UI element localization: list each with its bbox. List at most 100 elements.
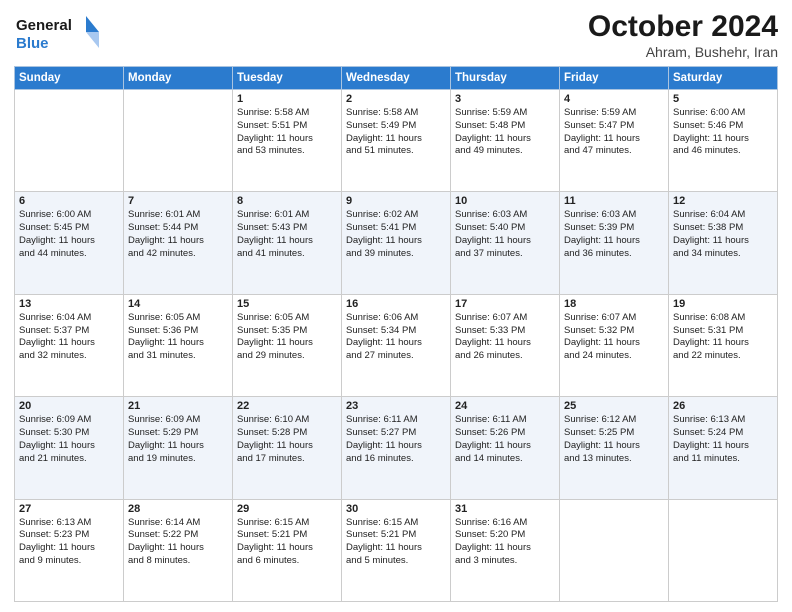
cell-info-line: Daylight: 11 hours	[237, 133, 337, 146]
cell-info-line: Sunrise: 6:15 AM	[346, 517, 446, 530]
cell-info-line: and 39 minutes.	[346, 248, 446, 261]
cell-info-line: Sunset: 5:39 PM	[564, 222, 664, 235]
logo: General Blue	[14, 10, 104, 59]
cell-info-line: Daylight: 11 hours	[237, 337, 337, 350]
sub-title: Ahram, Bushehr, Iran	[588, 44, 778, 60]
cell-info-line: Sunrise: 6:12 AM	[564, 414, 664, 427]
day-number: 11	[564, 195, 664, 207]
title-block: October 2024 Ahram, Bushehr, Iran	[588, 10, 778, 60]
cell-info-line: Sunrise: 5:59 AM	[455, 107, 555, 120]
logo-svg: General Blue	[14, 10, 104, 54]
day-number: 18	[564, 298, 664, 310]
cell-info-line: and 44 minutes.	[19, 248, 119, 261]
calendar-cell	[669, 499, 778, 601]
day-number: 13	[19, 298, 119, 310]
header-cell-thursday: Thursday	[451, 67, 560, 90]
day-number: 3	[455, 93, 555, 105]
calendar-cell: 18Sunrise: 6:07 AMSunset: 5:32 PMDayligh…	[560, 294, 669, 396]
day-number: 19	[673, 298, 773, 310]
cell-info-line: Sunrise: 6:00 AM	[19, 209, 119, 222]
cell-info-line: Daylight: 11 hours	[673, 235, 773, 248]
day-number: 4	[564, 93, 664, 105]
cell-info-line: Daylight: 11 hours	[564, 337, 664, 350]
day-number: 26	[673, 400, 773, 412]
cell-info-line: and 51 minutes.	[346, 145, 446, 158]
cell-info-line: Sunrise: 6:06 AM	[346, 312, 446, 325]
cell-info-line: and 17 minutes.	[237, 453, 337, 466]
cell-info-line: Sunrise: 6:02 AM	[346, 209, 446, 222]
cell-info-line: and 41 minutes.	[237, 248, 337, 261]
cell-info-line: and 36 minutes.	[564, 248, 664, 261]
cell-info-line: Sunrise: 6:14 AM	[128, 517, 228, 530]
calendar-cell: 8Sunrise: 6:01 AMSunset: 5:43 PMDaylight…	[233, 192, 342, 294]
cell-info-line: Sunrise: 6:03 AM	[455, 209, 555, 222]
week-row-2: 13Sunrise: 6:04 AMSunset: 5:37 PMDayligh…	[15, 294, 778, 396]
cell-info-line: Daylight: 11 hours	[128, 542, 228, 555]
calendar-header: SundayMondayTuesdayWednesdayThursdayFrid…	[15, 67, 778, 90]
cell-info-line: Daylight: 11 hours	[237, 235, 337, 248]
cell-info-line: Sunset: 5:48 PM	[455, 120, 555, 133]
day-number: 31	[455, 503, 555, 515]
day-number: 29	[237, 503, 337, 515]
cell-info-line: Daylight: 11 hours	[455, 440, 555, 453]
cell-info-line: and 21 minutes.	[19, 453, 119, 466]
calendar-cell: 21Sunrise: 6:09 AMSunset: 5:29 PMDayligh…	[124, 397, 233, 499]
cell-info-line: Sunrise: 6:11 AM	[455, 414, 555, 427]
cell-info-line: Sunrise: 6:07 AM	[455, 312, 555, 325]
cell-info-line: Sunset: 5:25 PM	[564, 427, 664, 440]
cell-info-line: Sunset: 5:22 PM	[128, 529, 228, 542]
calendar-cell: 5Sunrise: 6:00 AMSunset: 5:46 PMDaylight…	[669, 90, 778, 192]
calendar-cell: 11 Sunrise: 6:03 AMSunset: 5:39 PMDayligh…	[560, 192, 669, 294]
cell-info-line: Sunset: 5:27 PM	[346, 427, 446, 440]
cell-info-line: Sunrise: 6:01 AM	[128, 209, 228, 222]
cell-info-line: and 34 minutes.	[673, 248, 773, 261]
cell-info-line: Sunrise: 6:03 AM	[564, 209, 664, 222]
cell-info-line: and 19 minutes.	[128, 453, 228, 466]
day-number: 14	[128, 298, 228, 310]
cell-info-line: and 3 minutes.	[455, 555, 555, 568]
week-row-4: 27Sunrise: 6:13 AMSunset: 5:23 PMDayligh…	[15, 499, 778, 601]
cell-info-line: and 27 minutes.	[346, 350, 446, 363]
cell-info-line: Sunset: 5:49 PM	[346, 120, 446, 133]
header: General Blue October 2024 Ahram, Bushehr…	[14, 10, 778, 60]
cell-info-line: and 16 minutes.	[346, 453, 446, 466]
day-number: 15	[237, 298, 337, 310]
cell-info-line: Sunrise: 6:09 AM	[19, 414, 119, 427]
cell-info-line: Sunset: 5:40 PM	[455, 222, 555, 235]
calendar-cell: 30Sunrise: 6:15 AMSunset: 5:21 PMDayligh…	[342, 499, 451, 601]
cell-info-line: Daylight: 11 hours	[19, 542, 119, 555]
cell-info-line: Daylight: 11 hours	[19, 337, 119, 350]
day-number: 5	[673, 93, 773, 105]
day-number: 9	[346, 195, 446, 207]
calendar-cell: 13Sunrise: 6:04 AMSunset: 5:37 PMDayligh…	[15, 294, 124, 396]
cell-info-line: Sunset: 5:51 PM	[237, 120, 337, 133]
cell-info-line: Daylight: 11 hours	[564, 235, 664, 248]
main-title: October 2024	[588, 10, 778, 44]
day-number: 7	[128, 195, 228, 207]
cell-info-line: and 29 minutes.	[237, 350, 337, 363]
header-cell-monday: Monday	[124, 67, 233, 90]
header-cell-friday: Friday	[560, 67, 669, 90]
cell-info-line: Sunset: 5:45 PM	[19, 222, 119, 235]
cell-info-line: Sunrise: 6:07 AM	[564, 312, 664, 325]
day-number: 6	[19, 195, 119, 207]
cell-info-line: and 22 minutes.	[673, 350, 773, 363]
day-number: 22	[237, 400, 337, 412]
header-cell-saturday: Saturday	[669, 67, 778, 90]
cell-info-line: and 5 minutes.	[346, 555, 446, 568]
logo-block: General Blue	[14, 10, 104, 59]
calendar-cell: 1Sunrise: 5:58 AMSunset: 5:51 PMDaylight…	[233, 90, 342, 192]
cell-info-line: Sunset: 5:21 PM	[237, 529, 337, 542]
cell-info-line: Daylight: 11 hours	[455, 337, 555, 350]
cell-info-line: and 14 minutes.	[455, 453, 555, 466]
week-row-1: 6 Sunrise: 6:00 AMSunset: 5:45 PM Daylight…	[15, 192, 778, 294]
cell-info-line: Sunset: 5:41 PM	[346, 222, 446, 235]
calendar-body: 1Sunrise: 5:58 AMSunset: 5:51 PMDaylight…	[15, 90, 778, 602]
cell-info-line: Sunrise: 6:13 AM	[673, 414, 773, 427]
calendar-cell: 12Sunrise: 6:04 AMSunset: 5:38 PMDayligh…	[669, 192, 778, 294]
calendar-cell: 14Sunrise: 6:05 AMSunset: 5:36 PMDayligh…	[124, 294, 233, 396]
calendar-cell: 25Sunrise: 6:12 AMSunset: 5:25 PMDayligh…	[560, 397, 669, 499]
calendar-cell: 6Sunrise: 6:00 AMSunset: 5:45 PMDaylight…	[15, 192, 124, 294]
cell-info-line: Daylight: 11 hours	[673, 337, 773, 350]
cell-info-line: Sunset: 5:38 PM	[673, 222, 773, 235]
